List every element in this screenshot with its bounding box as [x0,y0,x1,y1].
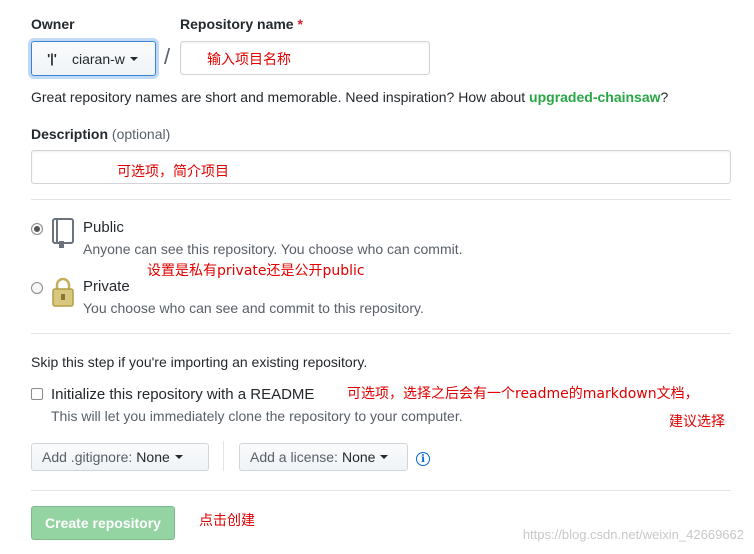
owner-name: ciaran-w [72,50,125,67]
public-radio[interactable] [31,223,43,235]
private-description: You choose who can see and commit to thi… [83,300,424,316]
repo-name-annotation: 输入项目名称 [207,52,291,68]
owner-label: Owner [31,16,75,32]
watermark: https://blog.csdn.net/weixin_42669662 [522,527,744,542]
owner-repo-separator: / [164,44,171,69]
chevron-down-icon [129,56,138,61]
owner-select-button[interactable]: '|' ciaran-w [31,41,156,76]
divider [31,333,731,334]
readme-checkbox[interactable] [31,388,43,400]
divider [31,490,731,491]
readme-description: This will let you immediately clone the … [51,408,463,424]
chevron-down-icon [174,455,183,459]
public-description: Anyone can see this repository. You choo… [83,241,463,257]
repo-name-hint-suffix: ? [660,89,669,105]
owner-avatar: '|' [47,51,57,66]
description-label: Description (optional) [31,126,170,142]
gitignore-value: None [136,449,170,465]
name-suggestion-link[interactable]: upgraded-chainsaw [529,89,660,105]
divider [223,441,224,471]
lock-icon [51,276,75,308]
repo-book-icon [51,217,75,249]
create-repository-button[interactable]: Create repository [31,506,175,540]
divider [31,199,731,200]
info-icon[interactable]: i [416,452,430,466]
repo-name-label: Repository name * [180,16,303,32]
repo-name-label-text: Repository name [180,16,294,32]
readme-annotation-line2: 建议选择 [669,414,725,430]
readme-annotation-line1: 可选项，选择之后会有一个readme的markdown文档， [347,386,699,402]
required-mark: * [297,16,303,32]
description-label-text: Description [31,126,109,142]
visibility-annotation: 设置是私有private还是公开public [147,263,365,279]
readme-label[interactable]: Initialize this repository with a README [51,386,314,403]
public-title: Public [83,219,124,236]
license-value: None [341,449,376,465]
license-select-button[interactable]: Add a license: None [239,443,408,471]
gitignore-prefix: Add .gitignore: [42,449,133,465]
license-prefix: Add a license: [250,449,338,465]
gitignore-select-button[interactable]: Add .gitignore: None [31,443,209,471]
skip-step-text: Skip this step if you're importing an ex… [31,354,368,370]
create-annotation: 点击创建 [199,513,255,529]
description-annotation: 可选项，简介项目 [117,164,229,180]
repo-name-hint: Great repository names are short and mem… [31,89,668,105]
private-radio[interactable] [31,282,43,294]
chevron-down-icon [380,455,389,459]
private-title: Private [83,278,130,295]
description-optional: (optional) [111,126,171,142]
repo-name-hint-text: Great repository names are short and mem… [31,89,530,105]
